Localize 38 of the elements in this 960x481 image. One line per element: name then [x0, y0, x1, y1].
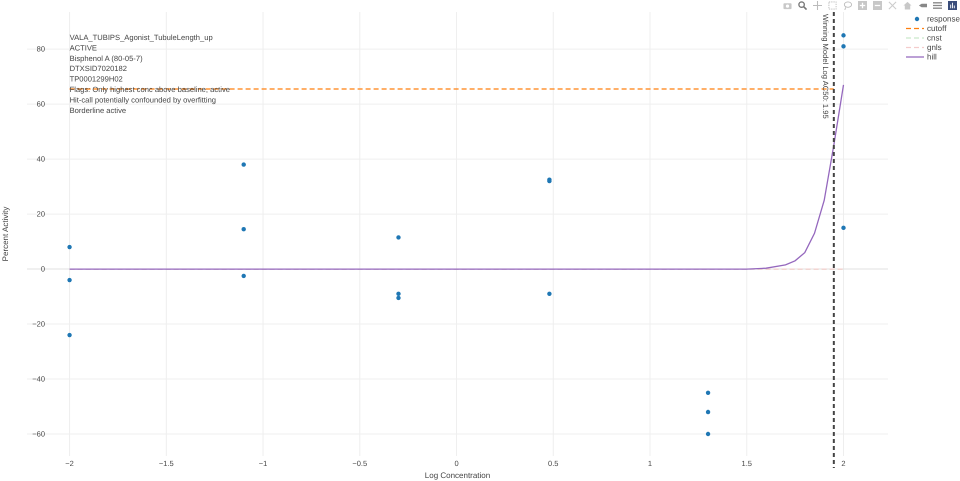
- data-point: [547, 292, 552, 296]
- data-point: [396, 235, 401, 240]
- data-point: [706, 390, 710, 395]
- data-point: [67, 244, 72, 250]
- data-point: [242, 274, 246, 278]
- spike-icon[interactable]: [918, 1, 927, 10]
- x-axis-title: Log Concentration: [424, 471, 490, 480]
- legend-line-icon: [906, 37, 924, 39]
- legend-line-icon: [906, 28, 924, 30]
- lines-icon[interactable]: [933, 1, 942, 10]
- data-point: [706, 432, 710, 436]
- home-icon[interactable]: [903, 1, 912, 10]
- plus-icon[interactable]: [858, 1, 867, 10]
- autoscale-icon[interactable]: [888, 1, 897, 10]
- pan-icon[interactable]: [813, 1, 822, 10]
- data-point: [841, 44, 846, 49]
- data-point: [706, 410, 710, 414]
- zoom-icon[interactable]: [798, 1, 807, 10]
- y-axis-title: Percent Activity: [1, 206, 10, 262]
- legend-label[interactable]: response: [927, 14, 960, 24]
- legend-marker-icon: [914, 16, 920, 22]
- legend-label[interactable]: gnls: [927, 43, 942, 52]
- data-point: [242, 227, 246, 232]
- logo-icon[interactable]: [948, 1, 957, 10]
- legend-label[interactable]: hill: [927, 52, 937, 62]
- legend-label[interactable]: cnst: [927, 34, 942, 42]
- select-icon[interactable]: [828, 1, 837, 10]
- legend-line-icon: [906, 46, 924, 48]
- camera-icon[interactable]: [783, 1, 792, 10]
- data-point: [67, 332, 72, 338]
- data-point: [242, 162, 246, 167]
- data-point: [67, 278, 72, 282]
- lasso-icon[interactable]: [843, 1, 852, 10]
- legend-label[interactable]: cutoff: [927, 24, 946, 33]
- data-point: [841, 33, 846, 38]
- legend-line-icon: [906, 56, 924, 58]
- data-point: [841, 226, 846, 230]
- minus-icon[interactable]: [873, 1, 882, 10]
